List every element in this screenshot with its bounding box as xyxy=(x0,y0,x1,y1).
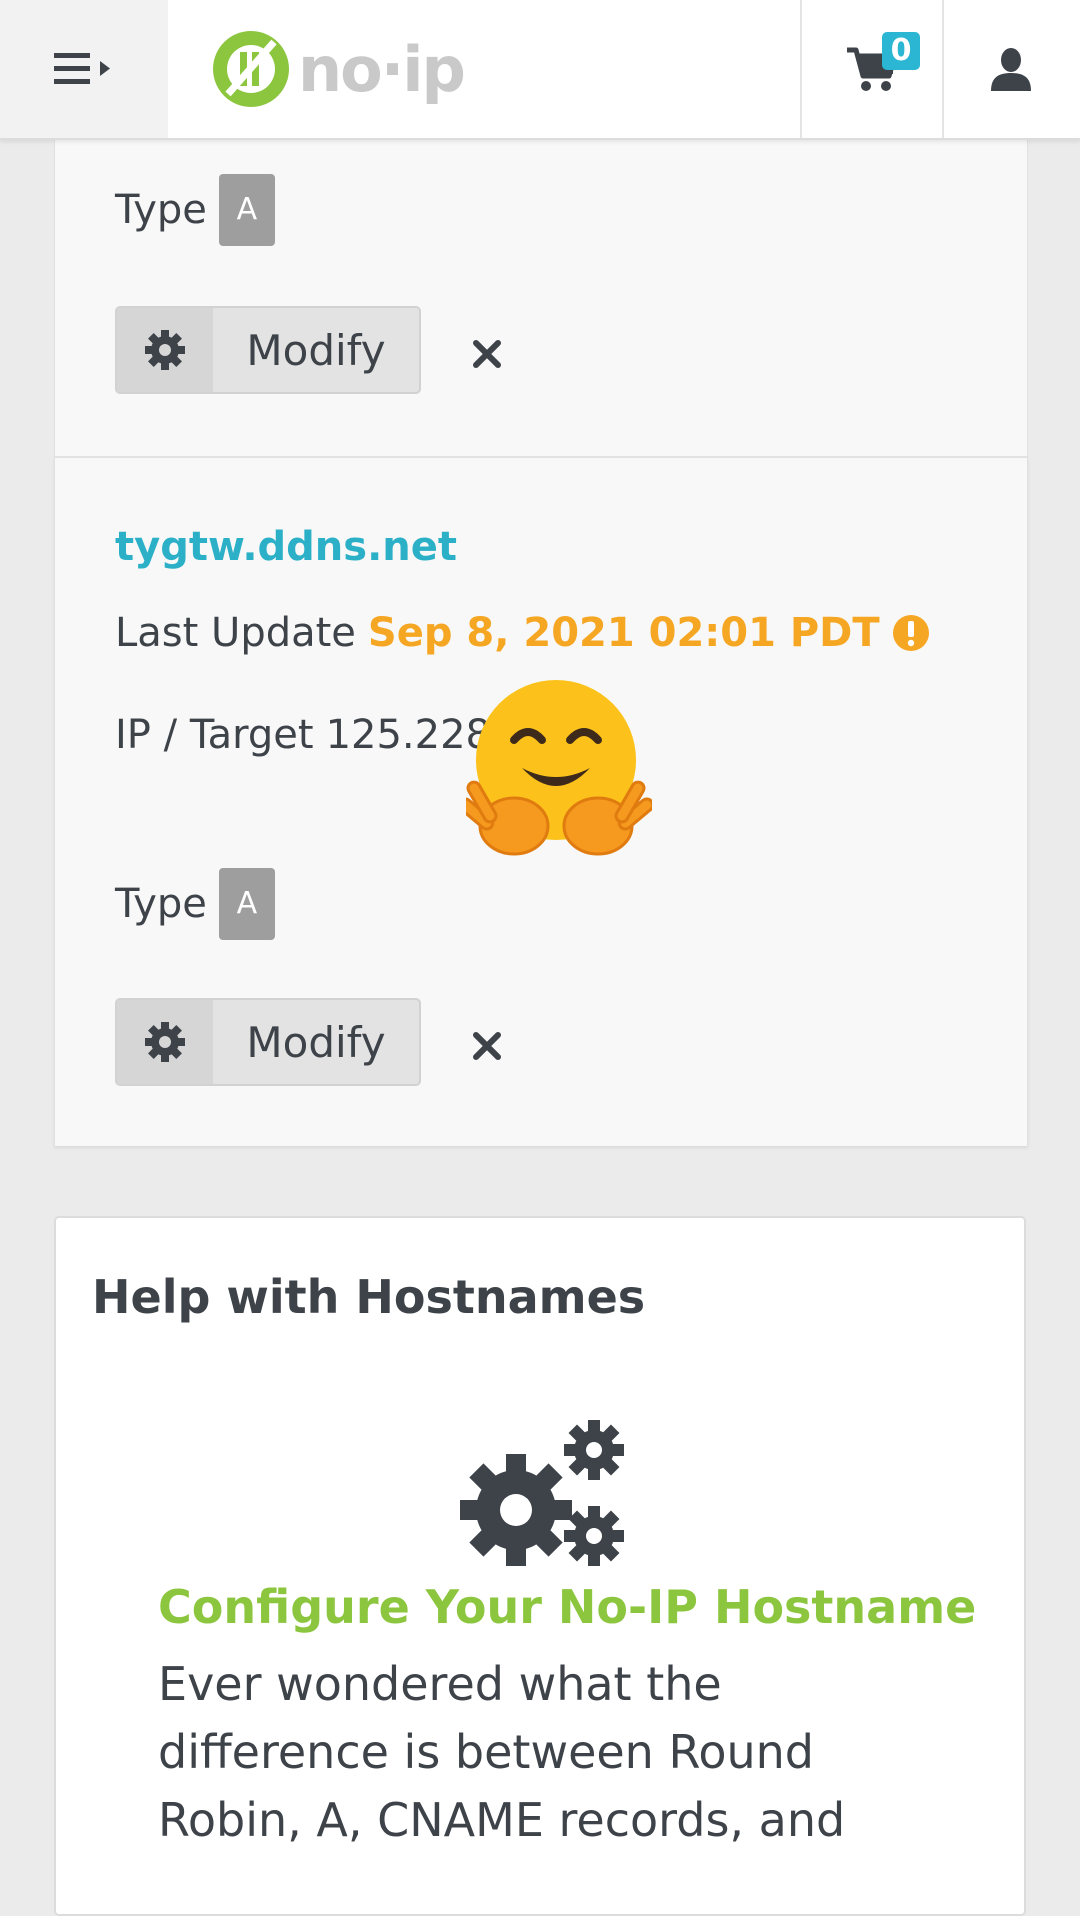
noip-logo-mark xyxy=(213,31,289,107)
type-badge: A xyxy=(218,174,275,246)
gears-icon xyxy=(460,1420,624,1566)
type-label: Type xyxy=(115,187,207,233)
menu-button[interactable] xyxy=(0,0,168,138)
delete-button[interactable] xyxy=(467,334,507,374)
close-icon xyxy=(473,340,501,368)
modify-label: Modify xyxy=(246,1017,386,1067)
type-row: Type A xyxy=(115,868,275,940)
help-title: Help with Hostnames xyxy=(92,1270,646,1324)
menu-icon xyxy=(54,53,110,84)
modify-button[interactable]: Modify xyxy=(115,998,421,1086)
top-navbar: no·ip 0 xyxy=(0,0,1080,140)
type-row: Type A xyxy=(115,174,275,246)
help-panel: Help with Hostnames Configure Your No-IP… xyxy=(54,1216,1026,1916)
logo-text: no·ip xyxy=(298,32,466,106)
cart-button[interactable]: 0 xyxy=(800,0,944,138)
modify-button[interactable]: Modify xyxy=(115,306,421,394)
last-update-value: Sep 8, 2021 02:01 PDT xyxy=(367,610,880,656)
help-body-text: Ever wondered what the difference is bet… xyxy=(158,1657,846,1847)
ip-target-label: IP / Target xyxy=(115,712,314,758)
last-update-label: Last Update xyxy=(115,610,356,656)
account-button[interactable] xyxy=(942,0,1080,138)
type-badge: A xyxy=(218,868,275,940)
ip-target-row: IP / Target 125.228 xyxy=(115,712,491,758)
hugging-face-emoji xyxy=(466,680,652,856)
type-label: Type xyxy=(115,881,207,927)
last-update-row: Last Update Sep 8, 2021 02:01 PDT xyxy=(115,610,930,656)
hostname-card: Type A Modify xyxy=(54,138,1028,458)
modify-label: Modify xyxy=(246,325,386,375)
noip-logo[interactable]: no·ip xyxy=(210,26,466,112)
gear-icon xyxy=(117,1000,213,1084)
help-subtitle-link[interactable]: Configure Your No-IP Hostname xyxy=(158,1580,976,1634)
cart-count-badge: 0 xyxy=(882,32,920,70)
warning-icon[interactable] xyxy=(892,614,930,652)
user-icon xyxy=(991,48,1031,91)
hostname-row: tygtw.ddns.net xyxy=(115,524,457,570)
hostname-link[interactable]: tygtw.ddns.net xyxy=(115,524,457,570)
close-icon xyxy=(473,1032,501,1060)
gear-icon xyxy=(117,308,213,392)
delete-button[interactable] xyxy=(467,1026,507,1066)
